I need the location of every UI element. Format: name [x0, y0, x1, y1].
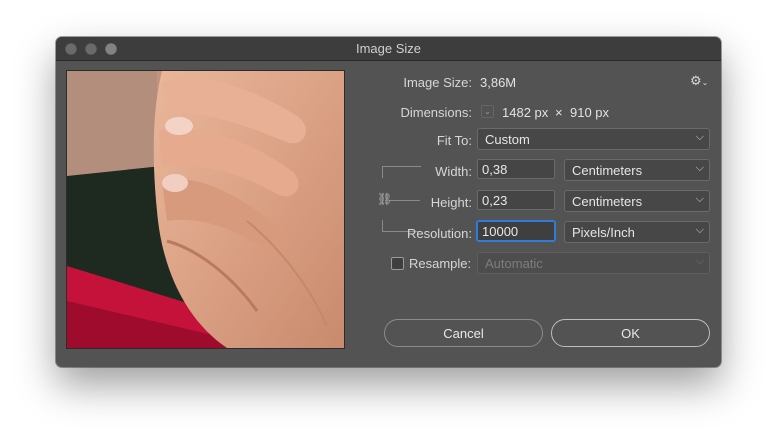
resolution-unit-select[interactable]: Pixels/Inch ⌵ [564, 221, 710, 243]
image-preview[interactable] [66, 70, 345, 349]
image-size-label: Image Size: [403, 75, 472, 90]
dimensions-width-value: 1482 px [502, 105, 549, 120]
image-size-value: 3,86M [480, 75, 517, 90]
gear-icon[interactable]: ⚙⌄ [690, 73, 708, 89]
chevron-down-icon: ⌵ [695, 255, 704, 267]
chevron-down-icon: ⌵ [695, 162, 704, 174]
resample-method-value: Automatic [485, 256, 543, 271]
dimensions-units-dropdown[interactable]: ⌄ [481, 105, 494, 118]
chevron-down-icon: ⌄ [484, 107, 491, 116]
resample-checkbox[interactable] [391, 257, 404, 270]
fit-to-label: Fit To: [436, 133, 472, 148]
height-label: Height: [430, 195, 472, 210]
resolution-label: Resolution: [406, 226, 472, 241]
fit-to-value: Custom [485, 132, 530, 147]
ok-button[interactable]: OK [551, 319, 710, 347]
window-title: Image Size [355, 41, 422, 56]
dimensions-times-sign: × [555, 105, 563, 120]
height-input[interactable]: 0,23 [477, 190, 555, 210]
title-bar[interactable]: Image Size [56, 37, 721, 61]
chevron-down-icon: ⌵ [695, 193, 704, 205]
cancel-button[interactable]: Cancel [384, 319, 543, 347]
chevron-down-icon: ⌵ [695, 131, 704, 143]
resample-label: Resample: [409, 256, 472, 271]
fit-to-select[interactable]: Custom ⌵ [477, 128, 710, 150]
width-unit-select[interactable]: Centimeters ⌵ [564, 159, 710, 181]
preview-image [67, 71, 344, 348]
dimensions-label: Dimensions: [400, 105, 472, 120]
resolution-input[interactable]: 10000 [477, 221, 555, 241]
height-unit-select[interactable]: Centimeters ⌵ [564, 190, 710, 212]
image-size-dialog: Image Size Image Size: 3,86M ⚙⌄ Dimensio… [56, 37, 721, 367]
resolution-unit-value: Pixels/Inch [572, 225, 635, 240]
width-input[interactable]: 0,38 [477, 159, 555, 179]
resample-method-select[interactable]: Automatic ⌵ [477, 252, 710, 274]
width-label: Width: [435, 164, 472, 179]
dimensions-height-value: 910 px [570, 105, 610, 120]
chevron-down-icon: ⌵ [695, 224, 704, 236]
height-unit-value: Centimeters [572, 194, 643, 209]
width-unit-value: Centimeters [572, 163, 643, 178]
